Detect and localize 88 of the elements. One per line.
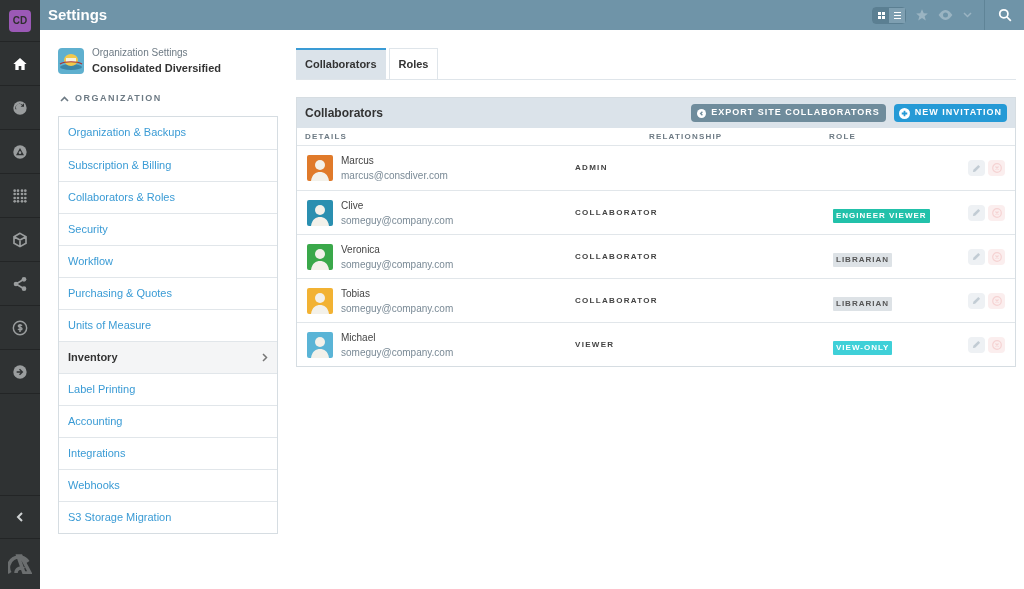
menu-item[interactable]: Units of Measure <box>59 308 277 341</box>
grid-view-button[interactable] <box>873 7 889 23</box>
chevron-down-icon[interactable] <box>963 12 972 18</box>
remove-button[interactable] <box>988 160 1005 176</box>
edit-button[interactable] <box>968 248 985 265</box>
menu-item[interactable]: Integrations <box>59 436 277 469</box>
column-header: RELATIONSHIP <box>649 130 724 143</box>
collaborator-email: someguy@company.com <box>341 345 454 360</box>
pencil-icon <box>972 208 981 217</box>
menu-item[interactable]: Webhooks <box>59 468 277 501</box>
tab[interactable]: Roles <box>388 48 439 79</box>
list-icon <box>893 11 901 19</box>
pencil-icon <box>972 340 981 349</box>
role-tag: LIBRARIAN <box>833 252 892 267</box>
relationship-label: ADMIN <box>575 162 609 174</box>
pencil-icon <box>972 296 981 305</box>
collaborator-name: Veronica <box>341 242 381 257</box>
org-badge[interactable]: CD <box>9 9 31 32</box>
remove-button[interactable] <box>988 336 1005 353</box>
menu-item[interactable]: Security <box>59 212 277 245</box>
pencil-icon <box>972 163 981 173</box>
list-view-button[interactable] <box>889 7 905 23</box>
chevron-left-icon <box>16 512 24 522</box>
close-icon <box>991 207 1002 218</box>
chevron-right-icon <box>262 352 268 362</box>
collaborator-email: marcus@consdiver.com <box>341 169 448 183</box>
close-icon <box>991 339 1002 350</box>
menu-item[interactable]: Label Printing <box>59 372 277 405</box>
menu-item[interactable]: Collaborators & Roles <box>59 180 277 213</box>
collaborator-name: Clive <box>341 198 365 213</box>
remove-button[interactable] <box>988 204 1005 221</box>
grid-icon <box>877 11 885 19</box>
collaborator-email: someguy@company.com <box>341 213 454 228</box>
page-title: Settings <box>48 4 108 25</box>
menu-item[interactable]: Purchasing & Quotes <box>59 276 277 309</box>
arrow-circle-icon <box>12 363 28 380</box>
plus-icon <box>898 107 910 119</box>
dots-grid-icon <box>12 187 28 204</box>
menu-item[interactable]: Inventory <box>59 340 277 373</box>
export-icon <box>697 108 707 118</box>
remove-button[interactable] <box>988 292 1005 309</box>
home-icon <box>12 55 28 72</box>
menu-item[interactable]: Organization & Backups <box>59 116 277 149</box>
menu-item[interactable]: Accounting <box>59 404 277 437</box>
triangle-circle-icon <box>12 143 28 160</box>
menu-item[interactable]: Subscription & Billing <box>59 148 277 181</box>
collaborator-email: someguy@company.com <box>341 301 454 316</box>
edit-button[interactable] <box>968 160 985 176</box>
logo-icon <box>8 554 32 574</box>
star-icon[interactable] <box>915 8 929 22</box>
relationship-label: COLLABORATOR <box>575 206 659 219</box>
role-tag: LIBRARIAN <box>833 296 892 311</box>
pencil-icon <box>972 252 981 261</box>
new-invitation-button[interactable]: NEW INVITATION <box>893 104 1007 122</box>
remove-button[interactable] <box>988 248 1005 265</box>
org-caption: Organization Settings <box>92 46 189 60</box>
chevron-up-icon[interactable] <box>60 95 69 102</box>
close-icon <box>991 251 1002 262</box>
share-icon <box>12 275 28 292</box>
collaborator-name: Tobias <box>341 286 371 301</box>
collaborator-email: someguy@company.com <box>341 257 454 272</box>
eye-icon[interactable] <box>938 10 953 20</box>
edit-button[interactable] <box>968 204 985 221</box>
export-button[interactable]: EXPORT SITE COLLABORATORS <box>691 104 886 122</box>
search-icon <box>997 8 1012 22</box>
close-icon <box>991 163 1002 173</box>
collaborator-name: Marcus <box>341 154 375 168</box>
menu-item[interactable]: Workflow <box>59 244 277 277</box>
collapse-button[interactable] <box>0 495 40 539</box>
edit-button[interactable] <box>968 336 985 353</box>
column-header: ROLE <box>829 130 858 143</box>
relationship-label: COLLABORATOR <box>575 294 659 307</box>
tab[interactable]: Collaborators <box>296 48 386 79</box>
role-tag: VIEW-ONLY <box>833 340 893 355</box>
menu-item[interactable]: S3 Storage Migration <box>59 500 277 533</box>
cube-icon <box>12 231 28 248</box>
dollar-icon <box>12 319 28 336</box>
close-icon <box>991 295 1002 306</box>
section-heading: ORGANIZATION <box>75 92 162 105</box>
collaborator-name: Michael <box>341 330 377 345</box>
role-tag: ENGINEER VIEWER <box>833 208 930 223</box>
org-name: Consolidated Diversified <box>92 61 221 76</box>
relationship-label: VIEWER <box>575 338 616 351</box>
relationship-label: COLLABORATOR <box>575 250 659 263</box>
sync-icon <box>12 99 28 116</box>
edit-button[interactable] <box>968 292 985 309</box>
column-header: DETAILS <box>305 130 349 143</box>
panel-title: Collaborators <box>305 105 384 122</box>
